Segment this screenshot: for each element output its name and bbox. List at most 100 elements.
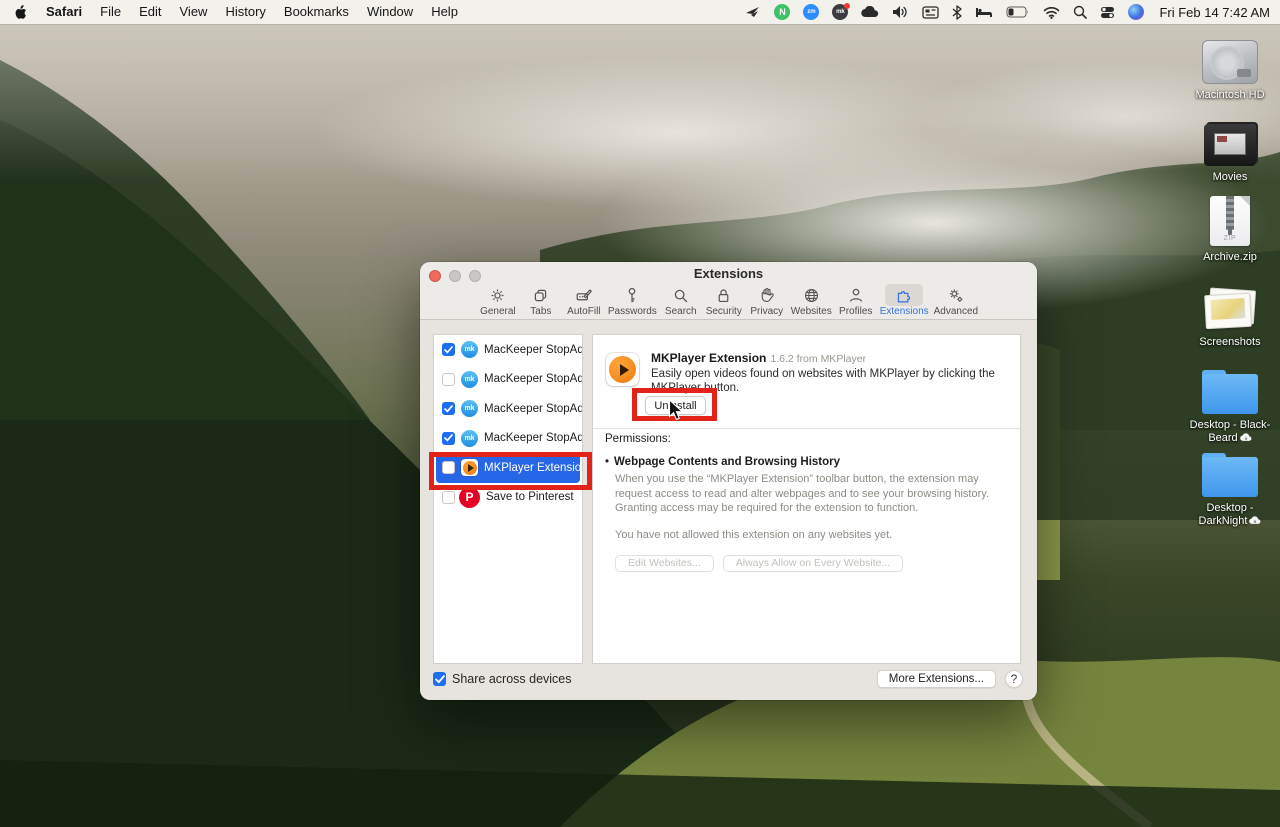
menu-item-view[interactable]: View	[171, 0, 217, 24]
tab-privacy[interactable]: Privacy	[748, 284, 786, 317]
desktop-icon-movies[interactable]: Movies	[1187, 118, 1273, 184]
desktop-icon-macintosh-hd[interactable]: Macintosh HD	[1187, 36, 1273, 102]
tab-security[interactable]: Security	[705, 284, 743, 317]
window-footer: Share across devices More Extensions... …	[433, 669, 1023, 689]
icloud-download-icon	[1249, 516, 1261, 525]
gear-icon	[479, 284, 516, 306]
checkbox-unchecked[interactable]	[442, 373, 455, 386]
gears-icon	[937, 284, 975, 306]
extension-row-mackeeper-2[interactable]: mk MacKeeper StopAd...	[434, 365, 582, 395]
icloud-download-icon	[1240, 433, 1252, 442]
share-label: Share across devices	[452, 672, 572, 686]
menu-item-bookmarks[interactable]: Bookmarks	[275, 0, 358, 24]
edit-websites-button[interactable]: Edit Websites...	[615, 555, 714, 572]
apple-menu[interactable]	[0, 5, 37, 20]
always-allow-button[interactable]: Always Allow on Every Website...	[723, 555, 903, 572]
extension-row-mackeeper-3[interactable]: mk MacKeeper StopAd...	[434, 394, 582, 424]
not-allowed-text: You have not allowed this extension on a…	[615, 529, 1006, 541]
tab-search[interactable]: Search	[662, 284, 700, 317]
menu-bar-clock[interactable]: Fri Feb 14 7:42 AM	[1157, 5, 1270, 20]
desktop-icon-label: Movies	[1213, 171, 1248, 183]
permission-title: Webpage Contents and Browsing History	[614, 456, 840, 468]
tabs-icon	[522, 284, 559, 306]
send-status-icon[interactable]	[745, 0, 761, 24]
desktop-icon-label: Screenshots	[1199, 336, 1260, 348]
control-center-icon[interactable]	[1100, 0, 1115, 24]
mackeeper-extension-icon: mk	[461, 371, 478, 388]
mackeeper-extension-icon: mk	[461, 400, 478, 417]
preferences-toolbar: General Tabs AutoFill Passwords Search S…	[420, 284, 1037, 320]
sleep-status-icon[interactable]	[975, 0, 993, 24]
mackeeper-extension-icon: mk	[461, 430, 478, 447]
keyboard-input-icon[interactable]	[922, 0, 939, 24]
menu-bar: Safari File Edit View History Bookmarks …	[0, 0, 1280, 24]
extension-version: 1.6.2 from MKPlayer	[770, 353, 866, 365]
search-icon	[662, 284, 699, 306]
menu-item-help[interactable]: Help	[422, 0, 467, 24]
tab-websites[interactable]: Websites	[791, 284, 832, 317]
bluetooth-icon[interactable]	[952, 0, 962, 24]
spotlight-icon[interactable]	[1073, 0, 1087, 24]
menu-item-file[interactable]: File	[91, 0, 130, 24]
mackeeper-status-icon[interactable]: mk	[832, 0, 848, 24]
mouse-cursor	[668, 399, 685, 422]
permission-item: •Webpage Contents and Browsing History	[605, 456, 1006, 468]
menu-item-window[interactable]: Window	[358, 0, 422, 24]
hard-drive-icon	[1202, 40, 1258, 84]
share-checkbox[interactable]	[433, 672, 446, 686]
checkbox-unchecked[interactable]	[442, 491, 455, 504]
tab-autofill[interactable]: AutoFill	[565, 284, 603, 317]
desktop-icon-folder-blackbeard[interactable]: Desktop - Black-Beard	[1187, 366, 1273, 445]
window-titlebar[interactable]: Extensions	[420, 262, 1037, 284]
annotation-highlight-mkplayer-row	[429, 452, 592, 490]
help-button[interactable]: ?	[1005, 670, 1023, 688]
movies-icon	[1204, 124, 1256, 166]
puzzle-piece-icon	[885, 284, 923, 306]
desktop-icon-archive-zip[interactable]: ZIP Archive.zip	[1187, 198, 1273, 264]
siri-icon[interactable]	[1128, 0, 1144, 24]
more-extensions-button[interactable]: More Extensions...	[877, 670, 996, 688]
nordvpn-status-icon[interactable]: N	[774, 0, 790, 24]
safari-extensions-window: Extensions General Tabs AutoFill Passwor…	[420, 262, 1037, 700]
autofill-icon	[565, 284, 603, 306]
volume-icon[interactable]	[892, 0, 909, 24]
permissions-section: Permissions: •Webpage Contents and Brows…	[593, 429, 1020, 572]
apple-logo-icon	[14, 5, 27, 20]
checkbox-checked[interactable]	[442, 343, 455, 356]
tab-advanced[interactable]: Advanced	[934, 284, 978, 317]
tab-tabs[interactable]: Tabs	[522, 284, 560, 317]
extensions-content: mk MacKeeper StopAd... mk MacKeeper Stop…	[420, 320, 1037, 700]
key-icon	[616, 284, 648, 306]
tab-profiles[interactable]: Profiles	[837, 284, 875, 317]
checkbox-checked[interactable]	[442, 402, 455, 415]
extension-name: MKPlayer Extension	[651, 351, 766, 365]
desktop-icon-folder-darknight[interactable]: Desktop - DarkNight	[1187, 449, 1273, 528]
mackeeper-extension-icon: mk	[461, 341, 478, 358]
extension-row-mackeeper-4[interactable]: mk MacKeeper StopAd...	[434, 424, 582, 454]
extension-detail-panel: MKPlayer Extension1.6.2 from MKPlayer Ea…	[592, 334, 1021, 664]
desktop-icon-label: Desktop - DarkNight	[1199, 502, 1254, 527]
wifi-icon[interactable]	[1043, 0, 1060, 24]
extension-row-mackeeper-1[interactable]: mk MacKeeper StopAd...	[434, 335, 582, 365]
tab-general[interactable]: General	[479, 284, 517, 317]
folder-icon	[1202, 453, 1258, 497]
zoom-status-icon[interactable]: zm	[803, 0, 819, 24]
tab-passwords[interactable]: Passwords	[608, 284, 657, 317]
desktop-icon-screenshots[interactable]: Screenshots	[1187, 283, 1273, 349]
photo-stack-icon	[1203, 289, 1257, 331]
extension-name-line: MKPlayer Extension 1.6.2 from MKPlayer	[651, 351, 1006, 365]
globe-icon	[793, 284, 830, 306]
menu-item-history[interactable]: History	[216, 0, 274, 24]
menu-item-edit[interactable]: Edit	[130, 0, 170, 24]
share-across-devices[interactable]: Share across devices	[433, 672, 572, 686]
window-title: Extensions	[420, 266, 1037, 281]
tab-extensions[interactable]: Extensions	[880, 284, 929, 317]
extensions-list: mk MacKeeper StopAd... mk MacKeeper Stop…	[433, 334, 583, 664]
checkbox-checked[interactable]	[442, 432, 455, 445]
desktop-icon-label: Desktop - Black-Beard	[1190, 419, 1271, 444]
zip-file-icon: ZIP	[1210, 196, 1250, 246]
permission-body: When you use the “MKPlayer Extension” to…	[615, 472, 1005, 516]
battery-icon[interactable]	[1006, 0, 1030, 24]
menu-item-safari[interactable]: Safari	[37, 0, 91, 24]
cloud-status-icon[interactable]	[861, 0, 879, 24]
